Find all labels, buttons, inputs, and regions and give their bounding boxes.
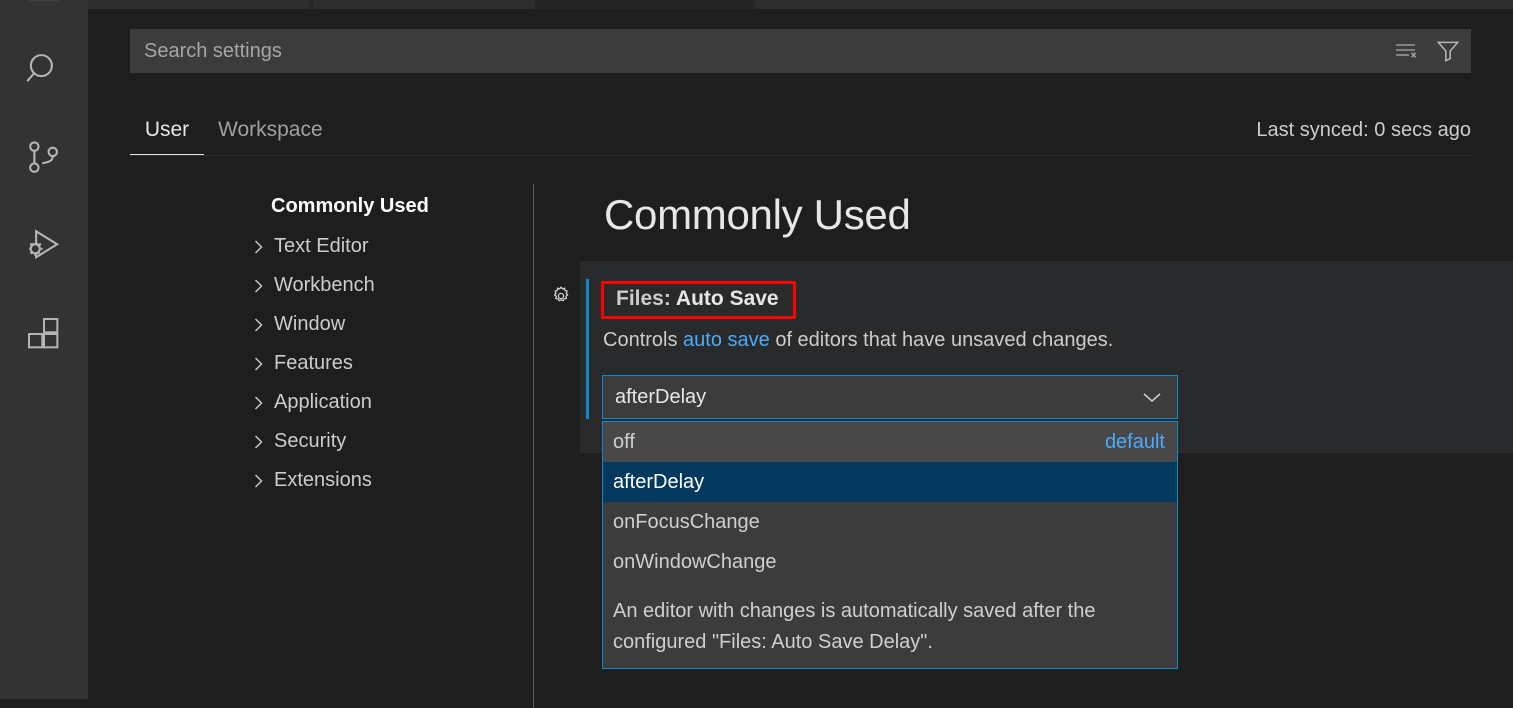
chevron-down-icon — [1141, 390, 1163, 404]
toc-item-label: Security — [274, 430, 346, 453]
chevron-right-icon — [246, 472, 270, 490]
sync-status-label[interactable]: Last synced: 0 secs ago — [1256, 109, 1471, 151]
dropdown-option-onfocuschange[interactable]: onFocusChange — [603, 502, 1177, 542]
option-label: off — [613, 431, 635, 454]
dropdown-option-off[interactable]: off default — [603, 422, 1177, 462]
auto-save-select[interactable]: afterDelay — [602, 375, 1178, 419]
run-and-debug-icon[interactable] — [0, 202, 88, 290]
setting-title: Files: Auto Save — [616, 287, 779, 311]
chevron-right-icon — [246, 433, 270, 451]
setting-description: Controls auto save of editors that have … — [603, 329, 1113, 352]
settings-editor: User Workspace Last synced: 0 secs ago C… — [88, 9, 1513, 699]
toc-item-label: Workbench — [274, 274, 375, 297]
toc-item-label: Application — [274, 391, 372, 414]
auto-save-link[interactable]: auto save — [683, 329, 770, 351]
default-tag: default — [1105, 431, 1165, 454]
page-title: Commonly Used — [604, 191, 911, 239]
setting-category: Files: — [616, 287, 671, 310]
tab-workspace[interactable]: Workspace — [218, 109, 323, 151]
dropdown-option-description: An editor with changes is automatically … — [603, 582, 1177, 658]
setting-name: Auto Save — [676, 287, 779, 310]
chevron-right-icon — [246, 238, 270, 256]
tab-user[interactable]: User — [130, 109, 204, 151]
chevron-right-icon — [246, 355, 270, 373]
option-label: afterDelay — [613, 471, 704, 494]
tab-segment[interactable] — [755, 0, 1513, 9]
settings-table-of-contents: Commonly Used Text Editor Workbench Wind… — [176, 175, 534, 708]
description-suffix: of editors that have unsaved changes. — [770, 329, 1114, 351]
search-input[interactable] — [130, 30, 1326, 72]
editor-tab-strip — [0, 0, 1513, 9]
toc-item-label: Extensions — [274, 469, 372, 492]
option-label: onWindowChange — [613, 551, 776, 574]
tabs-divider — [130, 155, 1471, 156]
auto-save-dropdown-list[interactable]: off default afterDelay onFocusChange onW… — [602, 421, 1178, 669]
clear-settings-search-icon[interactable] — [1391, 36, 1421, 66]
tab-segment[interactable] — [88, 0, 310, 9]
chevron-right-icon — [246, 394, 270, 412]
settings-gear-icon[interactable] — [546, 281, 576, 311]
modified-setting-indicator — [586, 279, 589, 419]
toc-item-label: Commonly Used — [271, 195, 429, 218]
settings-scope-tabs: User Workspace Last synced: 0 secs ago — [130, 109, 1471, 157]
toc-item-label: Window — [274, 313, 345, 336]
description-prefix: Controls — [603, 329, 683, 351]
tab-segment[interactable] — [313, 0, 535, 9]
chevron-right-icon — [246, 277, 270, 295]
extensions-icon[interactable] — [0, 290, 88, 378]
chevron-right-icon — [246, 316, 270, 334]
dropdown-option-afterdelay[interactable]: afterDelay — [603, 462, 1177, 502]
toc-item-label: Text Editor — [274, 235, 368, 258]
dropdown-option-onwindowchange[interactable]: onWindowChange — [603, 542, 1177, 582]
option-label: onFocusChange — [613, 511, 760, 534]
settings-search-row — [130, 29, 1471, 73]
source-control-icon[interactable] — [0, 114, 88, 202]
setting-title-highlight-box: Files: Auto Save — [601, 281, 796, 319]
select-value: afterDelay — [603, 386, 706, 409]
activity-bar — [0, 0, 88, 699]
filter-settings-icon[interactable] — [1433, 36, 1463, 66]
search-actions — [1391, 29, 1463, 73]
search-settings-box[interactable] — [130, 29, 1471, 73]
toc-item-label: Features — [274, 352, 353, 375]
search-icon[interactable] — [0, 26, 88, 114]
